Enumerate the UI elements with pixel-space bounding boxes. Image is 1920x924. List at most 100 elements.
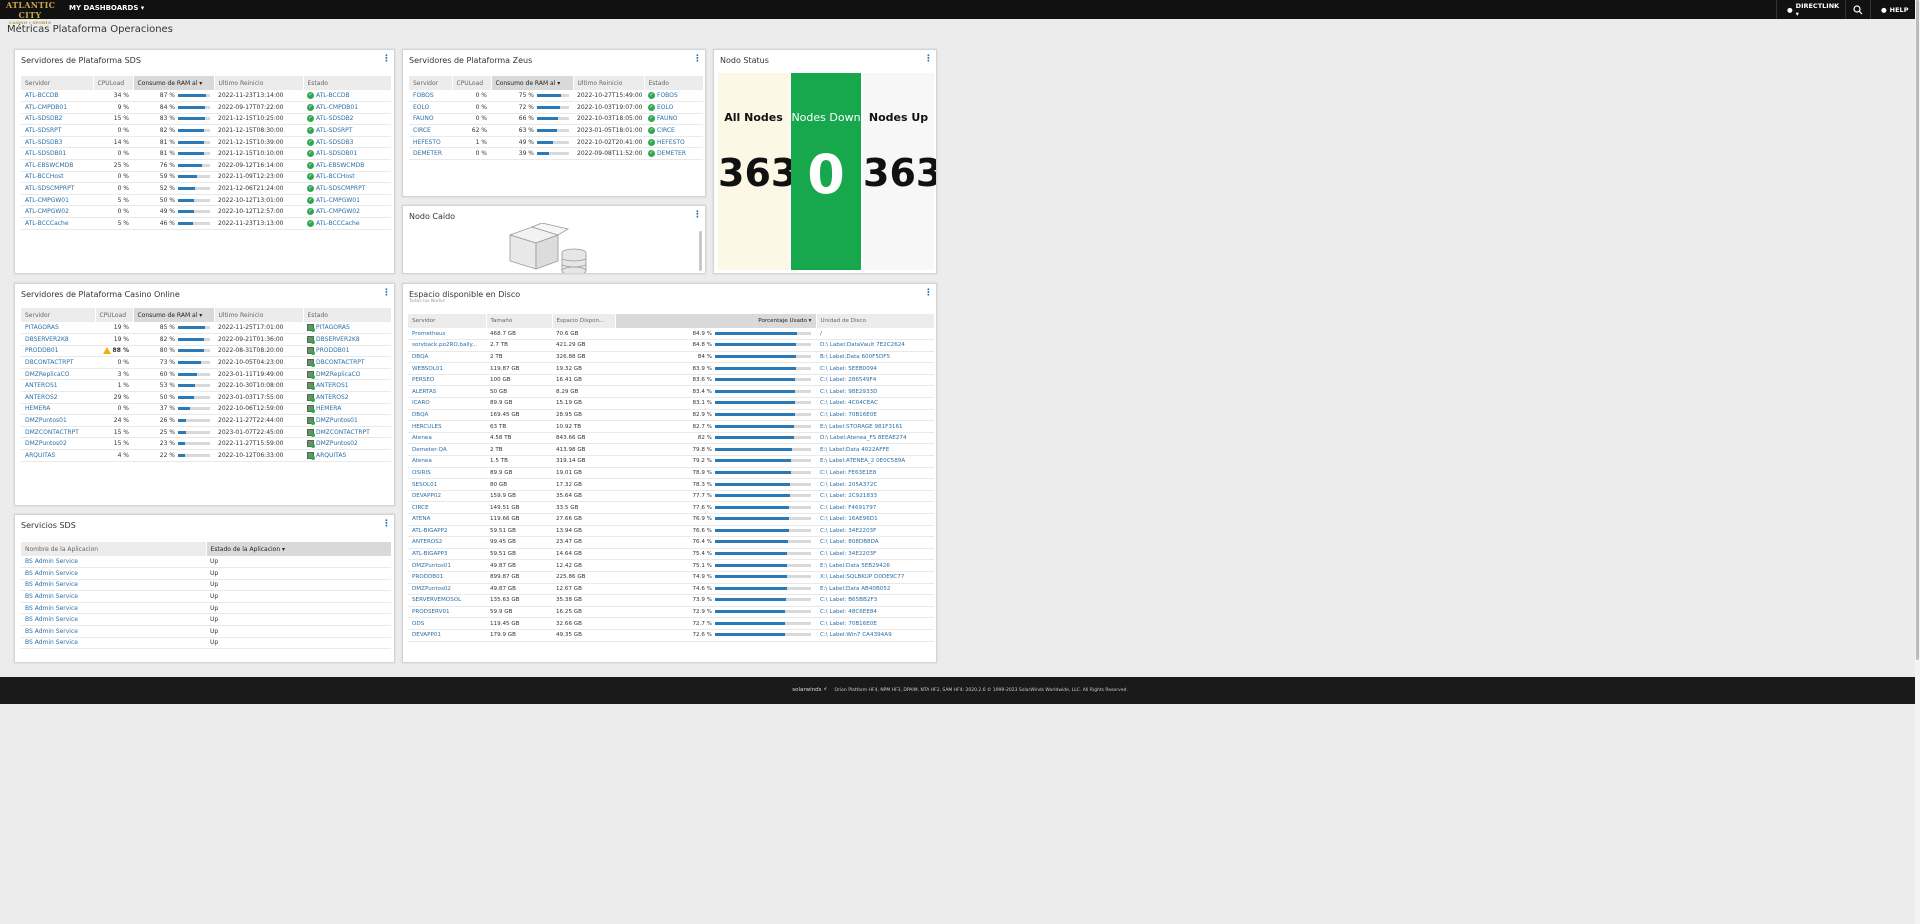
table-row[interactable]: Prometheus 468.7 GB 70.6 GB 84.9 % / xyxy=(408,328,934,341)
application-name-link[interactable]: BS Admin Service xyxy=(21,637,206,650)
server-name-link[interactable]: DMZReplicaCO xyxy=(21,368,95,381)
disk-unit-link[interactable]: E:\ Label:ATENEA_2 0E0C589A xyxy=(816,455,934,468)
server-name-link[interactable]: Demeter-QA xyxy=(408,443,486,457)
disk-unit-link[interactable]: C:\ Label: B65BB2F3 xyxy=(816,594,934,607)
table-row[interactable]: DMZPuntos01 49.87 GB 12.42 GB 75.1 % E:\ Lab… xyxy=(408,559,934,572)
status-cell[interactable]: DMZPuntos02 xyxy=(303,437,391,451)
column-header-reinicio[interactable]: Ultimo Reinicio xyxy=(573,76,645,90)
server-name-link[interactable]: ATL-SDSCMPRPT xyxy=(21,182,93,195)
application-name-link[interactable]: BS Admin Service xyxy=(21,556,206,569)
table-row[interactable]: BS Admin Service Up xyxy=(21,590,391,603)
status-cell[interactable]: ✓ ATL-BCCDB xyxy=(303,90,391,103)
column-header-servidor[interactable]: Servidor xyxy=(21,308,96,322)
status-cell[interactable]: ✓ ATL-CMPGW02 xyxy=(303,205,391,219)
table-row[interactable]: ANTEROS2 29 % 50 % 2023-01-03T17:55:00 ANTER… xyxy=(21,391,391,404)
my-dashboards-menu[interactable]: MY DASHBOARDS ▾ xyxy=(69,4,144,12)
table-row[interactable]: SERVERVEMOSOL 135.63 GB 35.38 GB 73.9 % C:\ … xyxy=(408,594,934,607)
disk-unit-link[interactable]: E:\ Label:Data 4022AFFE xyxy=(816,443,934,457)
table-row[interactable]: ATL-SDSDB3 14 % 81 % 2021-12-15T10:39:00 ✓ AT… xyxy=(21,136,391,149)
server-name-link[interactable]: FAUNO xyxy=(409,113,452,126)
status-cell[interactable]: ✓ ATL-SDSDB01 xyxy=(303,147,391,161)
column-header-ram[interactable]: Consumo de RAM al ▾ xyxy=(133,76,215,90)
column-header-tamano[interactable]: Tamaño xyxy=(486,314,553,328)
disk-unit-link[interactable]: E:\ Label:Data 5EB29426 xyxy=(816,559,934,572)
table-row[interactable]: ATL-BIGAPP3 59.51 GB 14.64 GB 75.4 % C:\ Lab… xyxy=(408,548,934,561)
column-header-servidor[interactable]: Servidor xyxy=(409,76,453,90)
disk-unit-link[interactable]: C:\ Label: 98E2933D xyxy=(816,385,934,399)
table-row[interactable]: DBQA 169.45 GB 28.95 GB 82.9 % C:\ Label: 70… xyxy=(408,409,934,422)
scrollbar[interactable] xyxy=(699,231,702,271)
table-row[interactable]: HEFESTO 1 % 49 % 2022-10-02T20:41:00 ✓ HEFEST… xyxy=(409,136,703,149)
server-name-link[interactable]: ATL-EBSWCMDB xyxy=(21,159,93,172)
disk-unit-link[interactable]: C:\ Label: 34E2203F xyxy=(816,548,934,561)
disk-unit-link[interactable]: C:\ Label: 286549F4 xyxy=(816,374,934,387)
server-name-link[interactable]: ATL-BCCDB xyxy=(21,90,93,103)
status-cell[interactable]: ✓ DEMETER xyxy=(644,147,703,161)
status-cell[interactable]: DMZReplicaCO xyxy=(303,368,391,381)
server-name-link[interactable]: EOLO xyxy=(409,101,452,114)
table-row[interactable]: HEMERA 0 % 37 % 2022-10-06T12:59:00 HEMERA xyxy=(21,403,391,416)
table-row[interactable]: ATL-BCCCache 5 % 46 % 2022-11-23T13:13:00 ✓ A… xyxy=(21,217,391,230)
column-header-servidor[interactable]: Servidor xyxy=(21,76,94,90)
disk-unit-link[interactable]: C:\ Label: 16AE96D1 xyxy=(816,513,934,526)
server-name-link[interactable]: ATL-SDSDB3 xyxy=(21,136,93,149)
table-row[interactable]: ATL-CMPDB01 9 % 84 % 2022-09-17T07:22:00 ✓ AT… xyxy=(21,101,391,114)
server-name-link[interactable]: SESOL01 xyxy=(408,478,486,491)
status-cell[interactable]: ✓ ATL-SDSRPT xyxy=(303,124,391,137)
column-header-estado[interactable]: Estado xyxy=(644,76,704,90)
server-name-link[interactable]: ANTEROS2 xyxy=(21,391,95,404)
table-row[interactable]: DBSERVER2K8 19 % 82 % 2022-09-21T01:36:00 DB… xyxy=(21,333,391,346)
column-header-porcentaje[interactable]: Porcentaje Usado ▾ xyxy=(615,314,817,328)
table-row[interactable]: ODS 119.45 GB 32.66 GB 72.7 % C:\ Label: 70B… xyxy=(408,617,934,630)
table-row[interactable]: BS Admin Service Up xyxy=(21,613,391,627)
server-name-link[interactable]: ODS xyxy=(408,617,486,630)
server-name-link[interactable]: Atenea xyxy=(408,455,486,468)
server-name-link[interactable]: DEVAPP02 xyxy=(408,490,486,503)
panel-menu-icon[interactable]: ⋮ xyxy=(382,289,391,298)
server-name-link[interactable]: DMZPuntos02 xyxy=(21,437,95,451)
status-cell[interactable]: ✓ CIRCE xyxy=(644,124,703,137)
server-name-link[interactable]: DBQA xyxy=(408,351,486,364)
table-row[interactable]: PITAGORAS 19 % 85 % 2022-11-25T17:01:00 PITA… xyxy=(21,322,391,335)
table-row[interactable]: BS Admin Service Up xyxy=(21,556,391,569)
table-row[interactable]: DMZReplicaCO 3 % 60 % 2023-01-11T19:49:00 DM… xyxy=(21,368,391,381)
column-header-estado-app[interactable]: Estado de la Aplicacion ▾ xyxy=(206,542,392,556)
table-row[interactable]: DBCONTACTRPT 0 % 73 % 2022-10-05T04:23:00 DB… xyxy=(21,356,391,369)
table-row[interactable]: ATL-EBSWCMDB 25 % 76 % 2022-09-12T16:14:00 ✓… xyxy=(21,159,391,172)
server-name-link[interactable]: DMZPuntos01 xyxy=(408,559,486,572)
table-row[interactable]: Atenea 4.58 TB 843.66 GB 82 % D:\ Label:Aten… xyxy=(408,432,934,445)
table-row[interactable]: BS Admin Service Up xyxy=(21,602,391,615)
status-cell[interactable]: PITAGORAS xyxy=(303,322,391,335)
server-name-link[interactable]: ATENA xyxy=(408,513,486,526)
disk-unit-link[interactable]: C:\ Label: 5EEB0094 xyxy=(816,362,934,375)
table-row[interactable]: DMZPuntos02 15 % 23 % 2022-11-27T15:59:00 DM… xyxy=(21,437,391,451)
all-nodes-tile[interactable]: All Nodes 363 xyxy=(718,73,797,270)
status-cell[interactable]: ✓ ATL-SDSDB3 xyxy=(303,136,391,149)
table-row[interactable]: PRODDB01 899.87 GB 225.86 GB 74.9 % X:\ Labe… xyxy=(408,571,934,584)
table-row[interactable]: CIRCE 62 % 63 % 2023-01-05T18:01:00 ✓ CIRCE xyxy=(409,124,703,137)
status-cell[interactable]: ✓ ATL-BCCHost xyxy=(303,171,391,184)
status-cell[interactable]: DBSERVER2K8 xyxy=(303,333,391,346)
server-name-link[interactable]: ICARO xyxy=(408,397,486,410)
help-button[interactable]: ● HELP xyxy=(1870,0,1914,19)
table-row[interactable]: ATL-SDSDB01 0 % 81 % 2021-12-15T10:10:00 ✓ AT… xyxy=(21,147,391,161)
disk-unit-link[interactable]: C:\ Label: F4691797 xyxy=(816,501,934,514)
server-name-link[interactable]: FOBOS xyxy=(409,90,452,103)
disk-unit-link[interactable]: D:\ Label:Atenea_FS 8EEAE274 xyxy=(816,432,934,445)
status-cell[interactable]: ✓ ATL-SDSCMPRPT xyxy=(303,182,391,195)
server-name-link[interactable]: DEMETER xyxy=(409,147,452,161)
status-cell[interactable]: ✓ ATL-CMPDB01 xyxy=(303,101,391,114)
panel-menu-icon[interactable]: ⋮ xyxy=(924,55,933,64)
column-header-servidor[interactable]: Servidor xyxy=(408,314,487,328)
atlantic-city-logo[interactable]: ATLANTIC CITY CASINO • SPORTS xyxy=(6,0,55,25)
table-row[interactable]: ANTEROS1 1 % 53 % 2022-10-30T10:08:00 ANTERO… xyxy=(21,379,391,393)
status-cell[interactable]: PRODDB01 xyxy=(303,345,391,358)
status-cell[interactable]: ✓ ATL-CMPGW01 xyxy=(303,194,391,207)
server-name-link[interactable]: PRODDB01 xyxy=(408,571,486,584)
server-name-link[interactable]: CIRCE xyxy=(408,501,486,514)
server-name-link[interactable]: DMZPuntos01 xyxy=(21,414,95,427)
column-header-nombre[interactable]: Nombre de la Aplicacion xyxy=(21,542,207,556)
table-row[interactable]: ATL-SDSDB2 15 % 83 % 2021-12-15T10:25:00 ✓ AT… xyxy=(21,113,391,126)
server-name-link[interactable]: SERVERVEMOSOL xyxy=(408,594,486,607)
disk-unit-link[interactable]: X:\ Label:SQLBKUP D0DE9C77 xyxy=(816,571,934,584)
